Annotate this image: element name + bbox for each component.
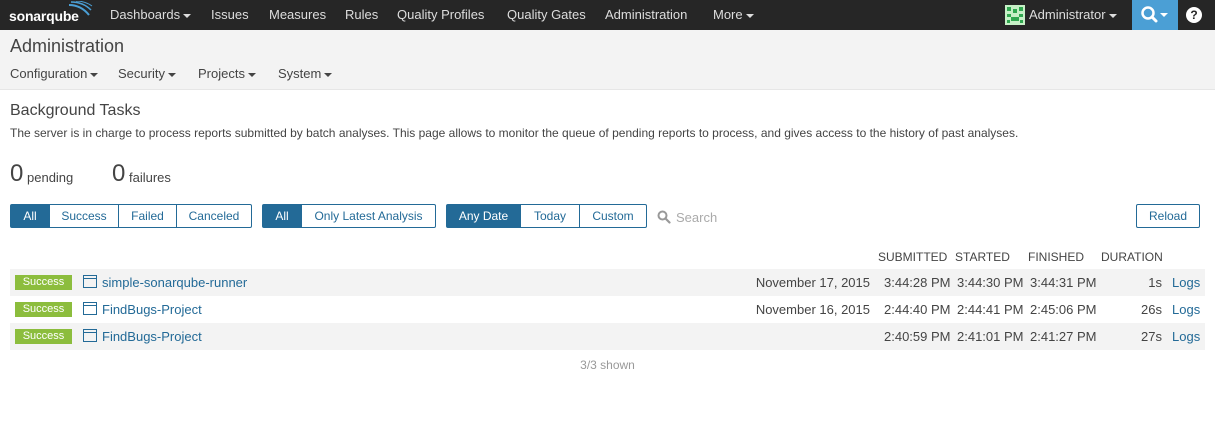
column-header-finished: FINISHED: [1028, 250, 1085, 264]
nav-administration-label: Administration: [605, 7, 688, 22]
results-count: 3/3 shown: [580, 358, 635, 372]
task-finished: 3:44:31 PM: [1030, 275, 1097, 290]
logo-waves-icon: [68, 1, 93, 16]
pending-label: pending: [27, 170, 74, 185]
caret-down-icon: [183, 13, 192, 18]
reload-button[interactable]: Reload: [1136, 204, 1200, 228]
task-started: 2:44:41 PM: [957, 302, 1024, 317]
admin-menu-system-label: System: [278, 66, 322, 81]
task-duration: 26s: [1141, 302, 1162, 317]
project-link[interactable]: FindBugs-Project: [102, 329, 202, 344]
task-date: November 16, 2015: [755, 302, 870, 317]
caret-down-icon: [167, 72, 176, 77]
task-date: November 17, 2015: [755, 275, 870, 290]
nav-quality-gates[interactable]: Quality Gates: [507, 0, 586, 30]
nav-dashboards-label: Dashboards: [110, 7, 181, 22]
nav-rules[interactable]: Rules: [345, 0, 378, 30]
nav-measures-label: Measures: [269, 7, 327, 22]
admin-title: Administration: [10, 36, 125, 56]
pending-count: 0: [10, 160, 24, 187]
table-row: Success FindBugs-Project November 16, 20…: [10, 296, 1205, 323]
nav-quality-gates-label: Quality Gates: [507, 7, 586, 22]
page-title: Background Tasks: [10, 102, 141, 119]
project-icon: [83, 275, 97, 288]
filter-status-success[interactable]: Success: [50, 204, 119, 228]
filter-date-custom[interactable]: Custom: [580, 204, 647, 228]
admin-menu-projects-label: Projects: [198, 66, 245, 81]
admin-menu-configuration-label: Configuration: [10, 66, 88, 81]
status-badge: Success: [15, 275, 72, 290]
nav-administration[interactable]: Administration: [605, 0, 687, 30]
top-navbar: sonarqube Dashboards Issues Measures Rul…: [0, 0, 1215, 30]
column-header-started: STARTED: [955, 250, 1010, 264]
logs-link[interactable]: Logs: [1172, 275, 1200, 290]
filter-type-latest[interactable]: Only Latest Analysis: [302, 204, 436, 228]
filter-date-today[interactable]: Today: [521, 204, 580, 228]
status-badge: Success: [15, 302, 72, 317]
global-search-button[interactable]: [1132, 0, 1178, 30]
task-finished: 2:45:06 PM: [1030, 302, 1097, 317]
caret-down-icon: [1108, 13, 1117, 18]
table-row: Success FindBugs-Project 2:40:59 PM 2:41…: [10, 323, 1205, 350]
nav-measures[interactable]: Measures: [269, 0, 326, 30]
admin-menu-security[interactable]: Security: [118, 66, 176, 81]
status-badge: Success: [15, 329, 72, 344]
search-icon: [1141, 6, 1168, 23]
logs-link[interactable]: Logs: [1172, 329, 1200, 344]
nav-more[interactable]: More: [713, 0, 754, 30]
nav-quality-profiles[interactable]: Quality Profiles: [397, 0, 484, 30]
project-icon: [83, 302, 97, 315]
admin-menu-security-label: Security: [118, 66, 165, 81]
caret-down-icon: [90, 72, 99, 77]
filter-status-all[interactable]: All: [10, 204, 50, 228]
nav-dashboards[interactable]: Dashboards: [110, 0, 192, 30]
user-avatar-icon[interactable]: [1005, 5, 1025, 25]
task-submitted: 2:44:40 PM: [884, 302, 951, 317]
filter-date-any[interactable]: Any Date: [446, 204, 521, 228]
task-finished: 2:41:27 PM: [1030, 329, 1097, 344]
nav-quality-profiles-label: Quality Profiles: [397, 7, 485, 22]
caret-down-icon: [745, 13, 754, 18]
admin-menu-configuration[interactable]: Configuration: [10, 66, 99, 81]
failures-count: 0: [112, 160, 126, 187]
column-header-submitted: SUBMITTED: [878, 250, 948, 264]
filter-type-all[interactable]: All: [262, 204, 302, 228]
task-submitted: 2:40:59 PM: [884, 329, 951, 344]
caret-down-icon: [324, 72, 333, 77]
project-link[interactable]: simple-sonarqube-runner: [102, 275, 247, 290]
project-icon: [83, 329, 97, 342]
task-duration: 1s: [1148, 275, 1162, 290]
user-name: Administrator: [1029, 7, 1106, 22]
task-duration: 27s: [1141, 329, 1162, 344]
failures-label: failures: [129, 170, 171, 185]
nav-issues-label: Issues: [211, 7, 249, 22]
task-started: 3:44:30 PM: [957, 275, 1024, 290]
admin-menu-projects[interactable]: Projects: [198, 66, 256, 81]
nav-rules-label: Rules: [345, 7, 379, 22]
filter-status-failed[interactable]: Failed: [119, 204, 177, 228]
user-menu[interactable]: Administrator: [1029, 0, 1117, 30]
filter-status-canceled[interactable]: Canceled: [177, 204, 252, 228]
task-search-input[interactable]: [654, 206, 854, 228]
nav-more-label: More: [713, 7, 743, 22]
nav-issues[interactable]: Issues: [211, 0, 249, 30]
project-link[interactable]: FindBugs-Project: [102, 302, 202, 317]
help-button[interactable]: ?: [1186, 7, 1202, 23]
admin-menu-system[interactable]: System: [278, 66, 333, 81]
logs-link[interactable]: Logs: [1172, 302, 1200, 317]
caret-down-icon: [247, 72, 256, 77]
page-description: The server is in charge to process repor…: [10, 126, 1019, 140]
task-started: 2:41:01 PM: [957, 329, 1024, 344]
table-row: Success simple-sonarqube-runner November…: [10, 269, 1205, 296]
task-submitted: 3:44:28 PM: [884, 275, 951, 290]
admin-header: Administration Configuration Security Pr…: [0, 30, 1215, 90]
column-header-duration: DURATION: [1101, 250, 1163, 264]
